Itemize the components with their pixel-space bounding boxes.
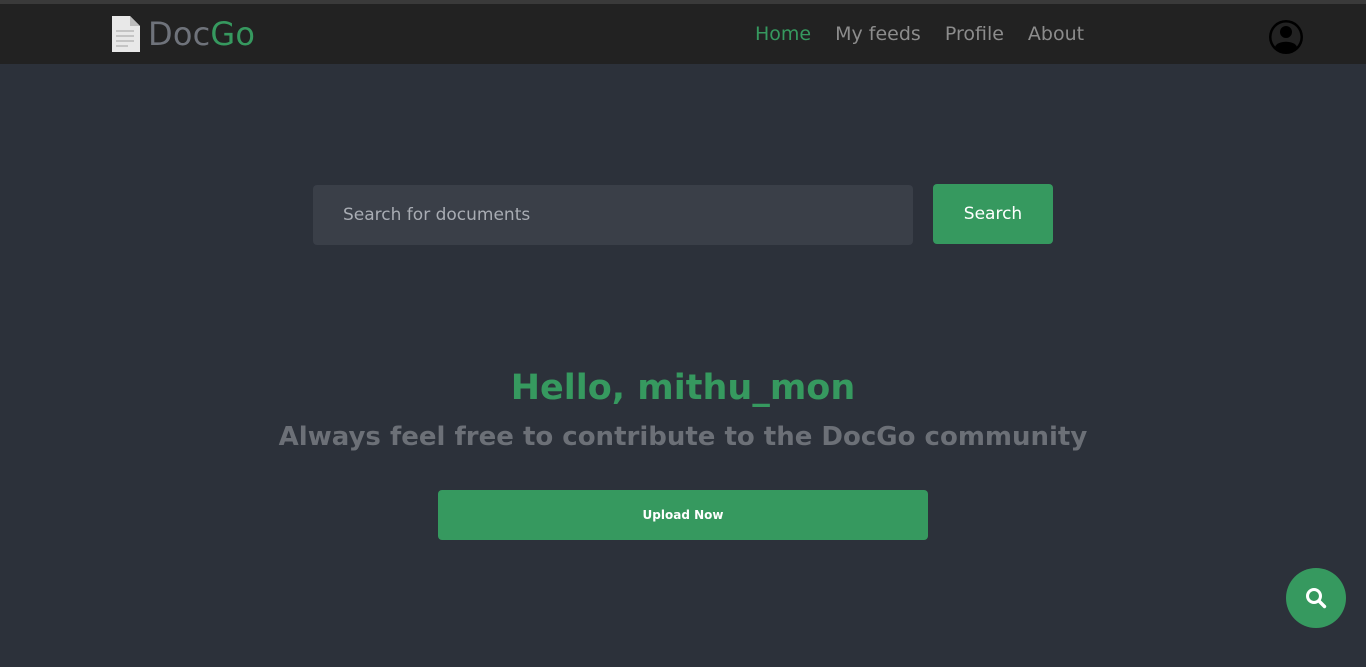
document-icon (112, 16, 140, 52)
nav-item-profile[interactable]: Profile (945, 23, 1004, 45)
brand-logo[interactable]: DocGo (110, 12, 255, 56)
brand-name-doc: Doc (148, 15, 211, 53)
nav-item-about[interactable]: About (1028, 23, 1084, 45)
upload-now-button[interactable]: Upload Now (438, 490, 928, 540)
nav-item-my-feeds[interactable]: My feeds (835, 23, 921, 45)
search-button[interactable]: Search (933, 184, 1053, 244)
navbar: DocGo Home My feeds Profile About (0, 4, 1366, 64)
brand-name-go: Go (210, 15, 256, 53)
tagline: Always feel free to contribute to the Do… (278, 422, 1088, 452)
search-icon (1306, 588, 1327, 609)
brand-name: DocGo (148, 12, 255, 56)
nav-item-home[interactable]: Home (755, 23, 811, 45)
greeting-heading: Hello, mithu_mon (510, 368, 856, 408)
nav-links: Home My feeds Profile About (743, 4, 1096, 64)
search-input[interactable] (313, 185, 913, 245)
user-circle-icon[interactable] (1268, 19, 1304, 55)
floating-search-button[interactable] (1286, 568, 1346, 628)
